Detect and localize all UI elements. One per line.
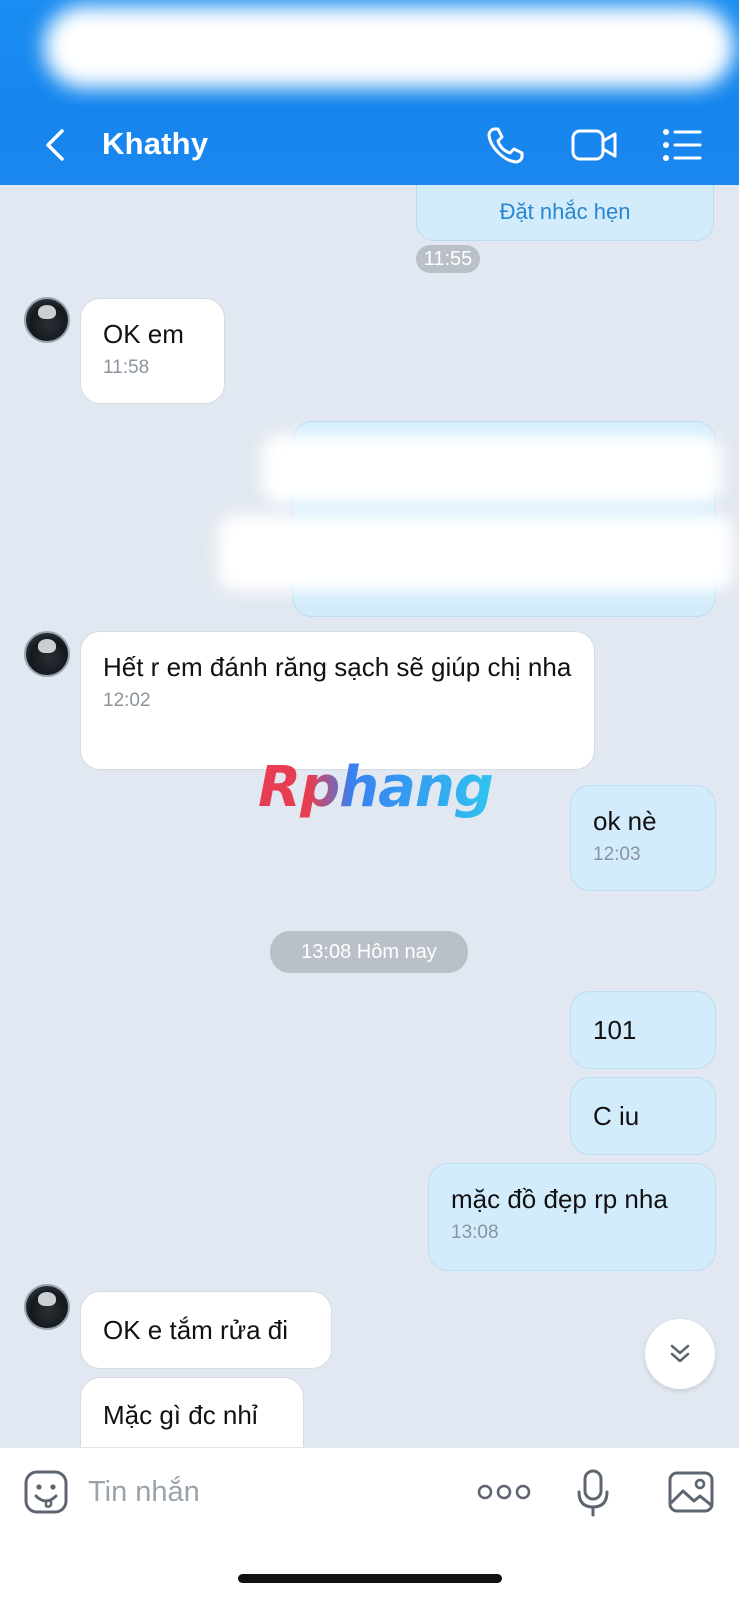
scroll-to-bottom-button[interactable] <box>645 1319 715 1389</box>
message-text: 101 <box>593 1015 637 1045</box>
set-reminder-link[interactable]: Đặt nhắc hẹn <box>417 195 713 229</box>
message-text: Mặc gì đc nhỉ <box>103 1400 258 1430</box>
avatar[interactable] <box>24 1284 70 1330</box>
message-time: 13:08 <box>451 1222 499 1243</box>
message-text: ok nè <box>593 806 657 836</box>
sticker-smiley-icon <box>24 1470 68 1514</box>
three-dots-icon <box>477 1484 531 1500</box>
list-menu-icon <box>663 129 702 161</box>
message-input[interactable] <box>88 1472 448 1512</box>
message-bubble-incoming[interactable]: OK em 11:58 <box>80 298 225 404</box>
message-bubble-incoming[interactable]: Mặc gì đc nhỉ <box>80 1377 304 1447</box>
avatar[interactable] <box>24 631 70 677</box>
back-button[interactable] <box>38 125 74 165</box>
message-bubble-incoming[interactable]: Hết r em đánh răng sạch sẽ giúp chị nha … <box>80 631 595 770</box>
watermark-logo: Rphang <box>258 755 494 820</box>
message-bubble-incoming[interactable]: OK e tắm rửa đi <box>80 1291 332 1369</box>
double-chevron-down-icon <box>670 1344 690 1363</box>
chat-options-button[interactable] <box>660 123 704 167</box>
redacted-blur <box>44 6 734 88</box>
date-separator: 13:08 Hôm nay <box>270 931 468 973</box>
photo-button[interactable] <box>667 1470 715 1514</box>
voice-record-button[interactable] <box>576 1468 610 1518</box>
message-time: 11:58 <box>103 357 150 378</box>
composer-bar <box>0 1447 739 1600</box>
home-indicator <box>238 1574 502 1583</box>
message-time: 12:03 <box>593 844 641 865</box>
more-options-button[interactable] <box>477 1478 531 1506</box>
message-text: C iu <box>593 1101 640 1131</box>
image-icon <box>668 1471 714 1513</box>
call-button[interactable] <box>484 123 528 167</box>
redacted-blur <box>262 435 722 503</box>
time-pill: 11:55 <box>416 245 480 273</box>
phone-icon <box>487 127 524 164</box>
message-text: OK e tắm rửa đi <box>103 1315 289 1345</box>
contact-name[interactable]: Khathy <box>102 126 208 162</box>
microphone-icon <box>577 1469 609 1517</box>
avatar[interactable] <box>24 297 70 343</box>
chevron-left-icon <box>46 129 64 161</box>
chat-header: Khathy <box>0 105 739 185</box>
message-bubble-outgoing[interactable]: ok nè 12:03 <box>570 785 716 891</box>
video-call-button[interactable] <box>570 123 617 167</box>
message-text: OK em <box>103 319 184 349</box>
message-text: Hết r em đánh răng sạch sẽ giúp chị nha <box>103 652 572 682</box>
message-list[interactable]: Đặt nhắc hẹn 11:55 OK em 11:58 Hết r em … <box>0 185 739 1447</box>
video-camera-icon <box>571 129 617 161</box>
message-bubble-outgoing[interactable]: mặc đồ đẹp rp nha 13:08 <box>428 1163 716 1271</box>
status-bar-redacted <box>0 0 739 110</box>
message-text: mặc đồ đẹp rp nha <box>451 1184 668 1214</box>
sticker-button[interactable] <box>22 1468 70 1516</box>
redacted-blur <box>218 515 733 591</box>
reminder-card: Đặt nhắc hẹn <box>416 185 714 241</box>
message-time: 12:02 <box>103 690 151 711</box>
message-bubble-outgoing[interactable]: C iu <box>570 1077 716 1155</box>
message-bubble-outgoing[interactable]: 101 <box>570 991 716 1069</box>
